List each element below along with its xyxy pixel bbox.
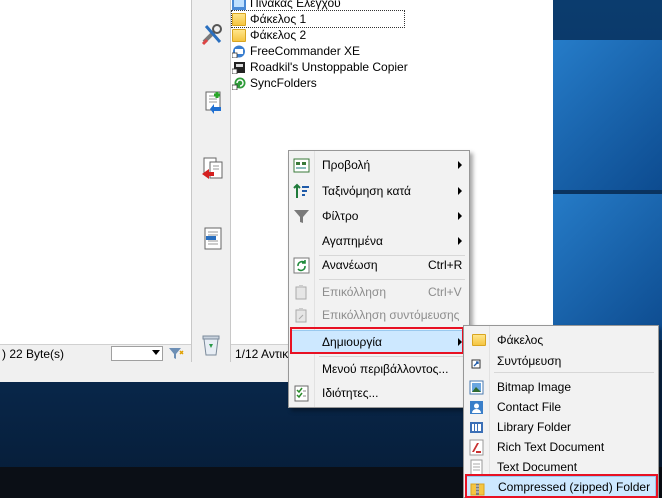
file-name: Roadkil's Unstoppable Copier	[250, 60, 408, 74]
menu-item-filter[interactable]: Φίλτρο	[291, 204, 467, 228]
menu-item-properties[interactable]: Ιδιότητες...	[291, 381, 467, 405]
list-item-selected[interactable]: Φάκελος 1	[231, 10, 405, 28]
tools-icon[interactable]	[200, 22, 226, 48]
menu-item-context-menu[interactable]: Μενού περιβάλλοντος...	[291, 357, 467, 381]
submenu-arrow-icon	[458, 161, 462, 169]
menu-separator	[494, 372, 654, 373]
submenu-item-shortcut[interactable]: Συντόμευση	[466, 349, 656, 373]
menu-item-label: Μενού περιβάλλοντος...	[322, 362, 449, 376]
tool-strip	[191, 0, 231, 362]
file-name: FreeCommander XE	[250, 44, 361, 58]
left-status-bar: ) 22 Byte(s)	[0, 344, 191, 362]
menu-item-shortcut: Ctrl+V	[428, 285, 462, 299]
menu-item-label: Ανανέωση	[322, 258, 378, 272]
filter-icon[interactable]	[168, 346, 184, 361]
menu-item-sort-by[interactable]: Ταξινόμηση κατά	[291, 179, 467, 203]
refresh-icon	[293, 257, 310, 274]
menu-item-shortcut: Ctrl+R	[428, 258, 463, 272]
folder-icon	[232, 28, 246, 42]
file-name: Πίνακας Ελέγχου	[250, 0, 341, 10]
menu-separator	[319, 328, 465, 329]
context-menu: Προβολή Ταξινόμηση κατά Φίλτρο Αγαπημένα…	[288, 150, 470, 408]
text-doc-icon	[470, 459, 483, 476]
menu-item-label: Rich Text Document	[497, 440, 605, 454]
app-shortcut-icon	[232, 77, 246, 90]
file-name: SyncFolders	[250, 76, 317, 90]
menu-item-favorites[interactable]: Αγαπημένα	[291, 229, 467, 253]
view-icon	[293, 158, 310, 173]
list-item[interactable]: Roadkil's Unstoppable Copier	[232, 59, 408, 75]
shortcut-icon	[471, 359, 481, 369]
menu-item-label: Contact File	[497, 400, 562, 414]
contact-icon	[470, 401, 483, 414]
menu-item-label: Συντόμευση	[497, 354, 562, 368]
chevron-down-icon	[152, 350, 160, 355]
bitmap-icon	[469, 380, 484, 395]
app-shortcut-icon	[232, 61, 245, 74]
right-status-text: 1/12 Αντικ	[235, 347, 289, 361]
list-item[interactable]: SyncFolders	[232, 75, 317, 91]
menu-item-paste-shortcut[interactable]: Επικόλληση συντόμευσης	[291, 303, 467, 327]
menu-item-new[interactable]: Δημιουργία	[291, 330, 467, 354]
menu-item-view[interactable]: Προβολή	[291, 153, 467, 177]
menu-item-label: Φάκελος	[497, 333, 544, 347]
menu-item-label: Προβολή	[322, 158, 371, 172]
properties-icon	[294, 385, 309, 402]
menu-item-label: Text Document	[497, 460, 578, 474]
menu-item-paste[interactable]: Επικόλληση Ctrl+V	[291, 280, 467, 304]
recycle-bin-icon[interactable]	[200, 333, 222, 357]
windows-logo	[540, 40, 662, 340]
app-shortcut-icon	[232, 45, 245, 58]
menu-item-label: Ταξινόμηση κατά	[322, 184, 411, 198]
submenu-arrow-icon	[458, 338, 462, 346]
library-icon	[470, 422, 483, 433]
folder-icon	[472, 334, 486, 346]
menu-item-label: Φίλτρο	[322, 209, 359, 223]
menu-item-label: Bitmap Image	[497, 380, 572, 394]
list-item[interactable]: Πίνακας Ελέγχου	[232, 0, 341, 11]
submenu-arrow-icon	[458, 237, 462, 245]
drive-dropdown[interactable]	[111, 346, 163, 361]
paste-shortcut-icon	[295, 308, 307, 323]
submenu-item-zip[interactable]: Compressed (zipped) Folder	[466, 476, 656, 498]
menu-item-label: Library Folder	[497, 420, 572, 434]
file-name: Φάκελος 1	[250, 12, 307, 26]
paste-icon	[295, 285, 307, 300]
submenu-arrow-icon	[458, 212, 462, 220]
menu-item-label: Αγαπημένα	[322, 234, 383, 248]
menu-item-label: Επικόλληση συντόμευσης	[322, 308, 460, 322]
view-file-icon[interactable]	[200, 226, 226, 252]
menu-item-label: Επικόλληση	[322, 285, 387, 299]
menu-item-label: Compressed (zipped) Folder	[498, 480, 651, 494]
rtf-icon	[469, 439, 484, 456]
filter-icon	[294, 210, 309, 223]
move-to-left-icon[interactable]	[200, 156, 226, 182]
folder-icon	[232, 12, 246, 26]
list-item[interactable]: Φάκελος 2	[232, 27, 306, 43]
sort-icon	[293, 183, 309, 198]
left-status-text: ) 22 Byte(s)	[2, 347, 65, 361]
file-name: Φάκελος 2	[250, 28, 307, 42]
submenu-arrow-icon	[458, 187, 462, 195]
menu-item-refresh[interactable]: Ανανέωση Ctrl+R	[291, 253, 467, 277]
left-file-panel[interactable]	[0, 0, 191, 362]
list-item[interactable]: FreeCommander XE	[232, 43, 360, 59]
zip-folder-icon	[470, 483, 485, 496]
menu-item-label: Ιδιότητες...	[322, 386, 379, 400]
new-submenu: Φάκελος Συντόμευση Bitmap Image Contact …	[463, 325, 659, 498]
copy-to-left-icon[interactable]	[200, 90, 226, 116]
menu-item-label: Δημιουργία	[322, 335, 382, 349]
control-panel-icon	[232, 0, 246, 10]
